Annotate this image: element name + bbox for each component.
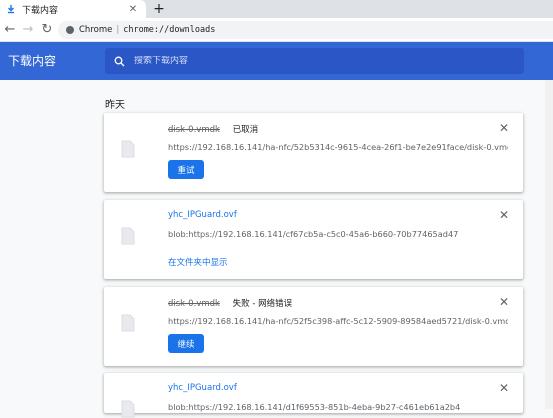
file-icon — [121, 400, 135, 418]
show-in-folder-link[interactable]: 在文件夹中显示 — [168, 256, 228, 268]
search-box[interactable] — [105, 48, 524, 74]
file-name: disk-0.vmdk — [168, 125, 220, 135]
search-input[interactable] — [134, 56, 514, 66]
file-name: disk-0.vmdk — [168, 299, 220, 309]
downloads-header: 下载内容 — [0, 42, 553, 80]
download-item: disk-0.vmdk 已取消 https://192.168.16.141/h… — [104, 113, 523, 192]
download-url: blob:https://192.168.16.141/d1f69553-851… — [168, 402, 461, 412]
tab-strip: 下载内容 ✕ + — [0, 0, 553, 18]
remove-close-icon[interactable]: ✕ — [497, 208, 511, 222]
remove-close-icon[interactable]: ✕ — [497, 381, 511, 395]
file-icon — [121, 140, 135, 158]
file-icon — [121, 314, 135, 332]
chip-separator: | — [116, 25, 120, 35]
file-icon — [121, 227, 135, 245]
download-status: 已取消 — [232, 125, 259, 135]
date-heading: 昨天 — [105, 100, 125, 111]
tab-close-icon[interactable]: ✕ — [126, 4, 140, 15]
download-url: https://192.168.16.141/ha-nfc/52b5314c-9… — [168, 142, 508, 152]
site-chip: Chrome — [79, 25, 113, 35]
download-icon — [8, 5, 14, 14]
url-text: chrome://downloads — [123, 25, 216, 35]
retry-button[interactable]: 重试 — [168, 160, 204, 179]
remove-close-icon[interactable]: ✕ — [497, 121, 511, 135]
download-url: blob:https://192.168.16.141/cf67cb5a-c5c… — [168, 229, 459, 239]
download-url: https://192.168.16.141/ha-nfc/52f5c398-a… — [168, 316, 508, 326]
back-button[interactable]: ← — [2, 22, 18, 38]
remove-close-icon[interactable]: ✕ — [497, 295, 511, 309]
reload-button[interactable]: ↻ — [39, 22, 55, 38]
tab-downloads[interactable]: 下载内容 ✕ — [0, 0, 146, 18]
address-bar[interactable]: Chrome | chrome://downloads — [58, 21, 553, 39]
chrome-icon — [66, 26, 74, 34]
file-name-link[interactable]: yhc_IPGuard.ovf — [168, 383, 237, 393]
browser-toolbar: ← → ↻ Chrome | chrome://downloads — [0, 18, 553, 42]
search-icon — [114, 56, 125, 66]
scrollbar[interactable] — [545, 80, 553, 409]
file-name-link[interactable]: yhc_IPGuard.ovf — [168, 210, 237, 220]
download-status: 失败 - 网络错误 — [232, 299, 293, 309]
page-title: 下载内容 — [8, 54, 57, 68]
resume-button[interactable]: 继续 — [168, 334, 204, 353]
download-item: yhc_IPGuard.ovf blob:https://192.168.16.… — [104, 373, 523, 418]
download-item: disk-0.vmdk 失败 - 网络错误 https://192.168.16… — [104, 287, 523, 366]
new-tab-button[interactable]: + — [150, 0, 168, 18]
download-item: yhc_IPGuard.ovf blob:https://192.168.16.… — [104, 200, 523, 279]
tab-title: 下载内容 — [22, 5, 59, 16]
forward-button[interactable]: → — [20, 22, 36, 38]
